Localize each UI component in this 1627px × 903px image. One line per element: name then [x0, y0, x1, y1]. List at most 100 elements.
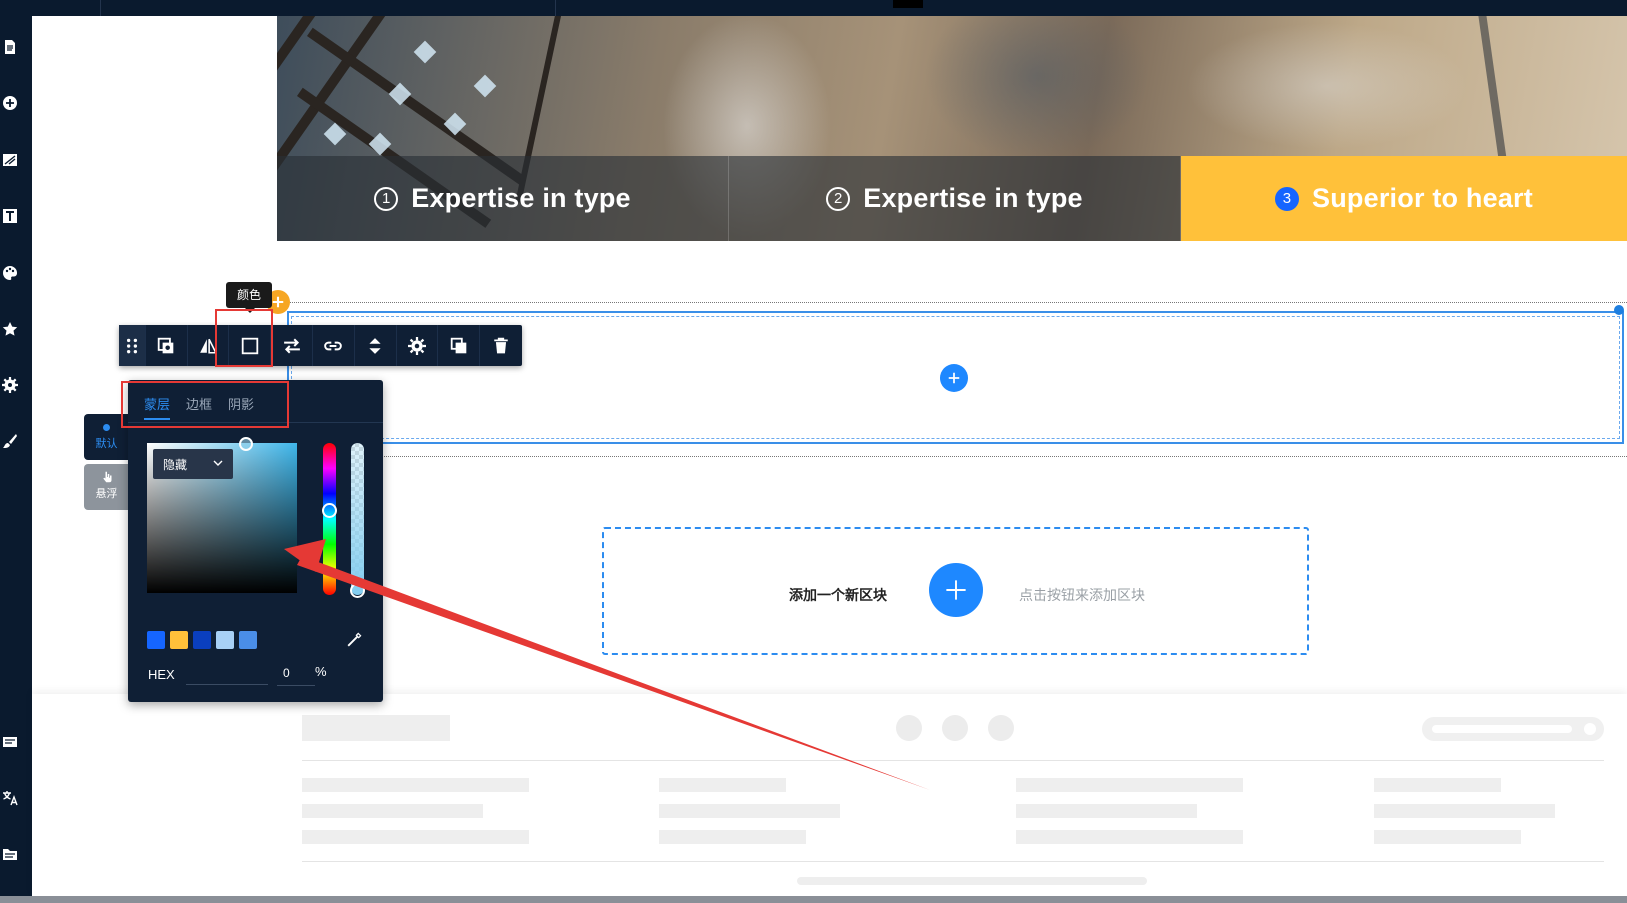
- hero-tab-2[interactable]: 2 Expertise in type: [729, 156, 1181, 241]
- resize-handle[interactable]: [1614, 305, 1624, 315]
- skeleton-search: [1422, 717, 1604, 741]
- skeleton-divider: [302, 861, 1604, 862]
- skeleton-line: [1016, 804, 1197, 818]
- hue-knob[interactable]: [322, 503, 337, 518]
- add-block-area[interactable]: 添加一个新区块 点击按钮来添加区块: [602, 527, 1309, 655]
- editor-canvas: 1 Expertise in type 2 Expertise in type …: [0, 0, 1627, 903]
- alpha-unit: %: [315, 664, 327, 679]
- skeleton-line: [302, 804, 483, 818]
- skeleton-line: [1374, 778, 1501, 792]
- swap-button[interactable]: [271, 325, 314, 366]
- add-block-hint: 点击按钮来添加区块: [1019, 587, 1145, 603]
- skeleton-line: [659, 778, 786, 792]
- step-number: 1: [374, 186, 399, 211]
- annotation-box: [215, 309, 273, 367]
- hero-tab-3[interactable]: 3 Superior to heart: [1181, 156, 1627, 241]
- delete-button[interactable]: [480, 325, 522, 366]
- settings-button[interactable]: [397, 325, 439, 366]
- pointer-icon: [102, 471, 111, 483]
- star-icon[interactable]: [0, 319, 20, 339]
- mode-select[interactable]: 隐藏: [153, 449, 233, 479]
- link-icon: [324, 341, 343, 350]
- color-swatch[interactable]: [193, 631, 211, 649]
- hex-label: HEX: [148, 667, 175, 682]
- add-circle-icon[interactable]: [0, 93, 20, 113]
- drag-handle-button[interactable]: [119, 325, 146, 366]
- section-boundary: [283, 302, 1627, 303]
- drag-handle-icon: [126, 338, 137, 353]
- plus-icon: [272, 296, 284, 308]
- sort-button[interactable]: [355, 325, 397, 366]
- top-bar-handle[interactable]: [893, 0, 923, 8]
- alpha-knob[interactable]: [350, 583, 365, 598]
- top-bar-divider: [100, 0, 101, 16]
- translate-icon[interactable]: [0, 788, 20, 808]
- skeleton-line: [1016, 830, 1243, 844]
- skeleton-line: [659, 830, 806, 844]
- plus-icon: [948, 372, 960, 384]
- dot-icon: [103, 424, 110, 431]
- mode-select-value: 隐藏: [163, 457, 188, 472]
- skeleton-circle: [942, 715, 968, 741]
- add-element-button[interactable]: [940, 364, 968, 392]
- top-bar: [0, 0, 1627, 16]
- top-bar-divider: [555, 0, 556, 16]
- hero-decor: [413, 40, 437, 64]
- skeleton-block: [302, 715, 450, 741]
- swap-icon: [283, 338, 300, 353]
- text-icon[interactable]: [0, 206, 20, 226]
- skeleton-line: [659, 804, 840, 818]
- element-toolbar: [119, 325, 522, 366]
- skeleton-line: [1374, 830, 1521, 844]
- hero-tab-label: Expertise in type: [863, 183, 1083, 213]
- copy-style-icon: [158, 337, 174, 353]
- page-icon[interactable]: [0, 37, 20, 57]
- hero-tab-1[interactable]: 1 Expertise in type: [277, 156, 729, 241]
- color-tooltip: 颜色: [226, 282, 273, 313]
- palette-icon[interactable]: [0, 263, 20, 283]
- color-swatch[interactable]: [216, 631, 234, 649]
- card-icon[interactable]: [0, 732, 20, 752]
- alpha-input[interactable]: 0: [277, 666, 315, 686]
- hex-input[interactable]: [186, 663, 268, 685]
- section-boundary: [283, 456, 1627, 457]
- hero-tab-label: Expertise in type: [411, 183, 631, 213]
- state-label: 悬浮: [95, 488, 118, 500]
- state-tab-hover[interactable]: 悬浮: [84, 464, 129, 510]
- duplicate-icon: [450, 337, 467, 353]
- saturation-knob[interactable]: [239, 437, 253, 451]
- folder-icon[interactable]: [0, 844, 20, 864]
- color-swatch[interactable]: [239, 631, 257, 649]
- hue-slider[interactable]: [322, 443, 337, 595]
- gear-icon: [408, 336, 427, 355]
- window-bottom-edge: [0, 896, 1627, 903]
- hero-tabs: 1 Expertise in type 2 Expertise in type …: [277, 156, 1627, 241]
- layout-icon[interactable]: [0, 150, 20, 170]
- sort-icon: [369, 337, 381, 354]
- gear-icon[interactable]: [0, 375, 20, 395]
- left-sidebar: [0, 16, 32, 896]
- color-panel: 蒙层 边框 阴影 隐藏 HEX 0 %: [128, 380, 383, 702]
- color-swatch[interactable]: [170, 631, 188, 649]
- eyedropper-icon[interactable]: [347, 632, 362, 647]
- duplicate-button[interactable]: [438, 325, 481, 366]
- state-label: 默认: [95, 438, 118, 450]
- add-block-button[interactable]: [929, 563, 983, 617]
- skeleton-line: [302, 830, 529, 844]
- footer-placeholder: [32, 694, 1627, 896]
- brush-icon[interactable]: [0, 431, 20, 451]
- plus-icon: [946, 580, 966, 600]
- skeleton-divider: [302, 760, 1604, 761]
- trash-icon: [494, 337, 508, 353]
- color-swatch[interactable]: [147, 631, 165, 649]
- link-button[interactable]: [313, 325, 355, 366]
- skeleton-circle: [896, 715, 922, 741]
- skeleton-line: [797, 877, 1147, 885]
- skeleton-line: [1374, 804, 1555, 818]
- alpha-slider[interactable]: [350, 443, 365, 598]
- copy-style-button[interactable]: [146, 325, 188, 366]
- add-block-label: 添加一个新区块: [789, 587, 887, 603]
- step-number: 3: [1275, 186, 1300, 211]
- chevron-down-icon: [213, 460, 223, 466]
- hero-tab-label: Superior to heart: [1312, 183, 1533, 213]
